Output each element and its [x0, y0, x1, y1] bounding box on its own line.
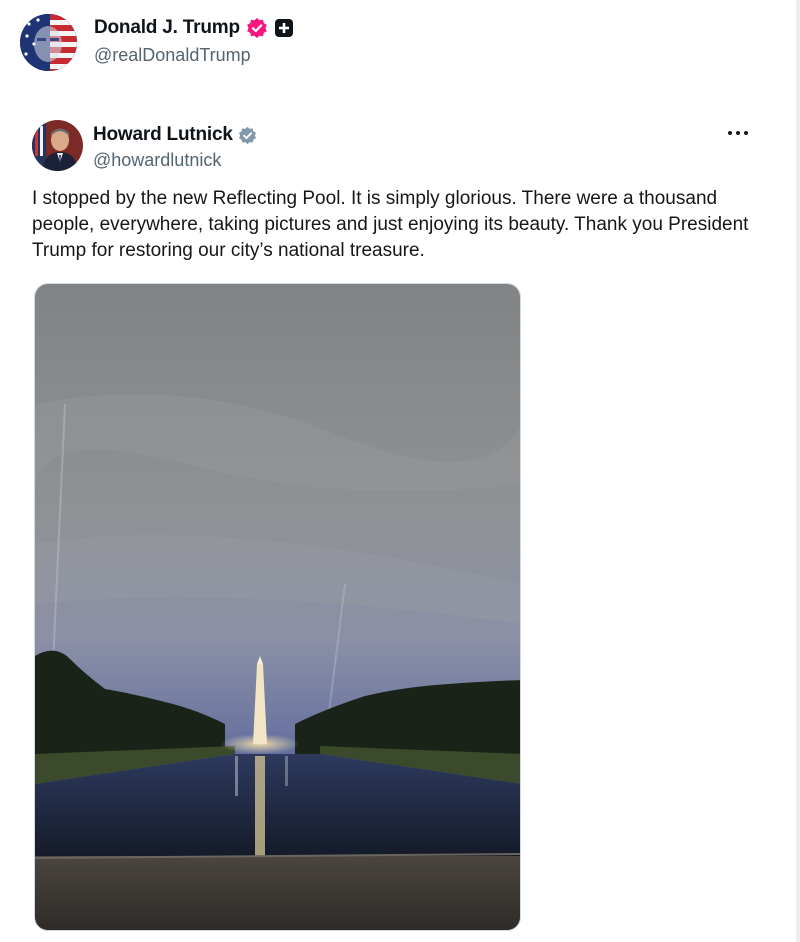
quoted-post-header: Howard Lutnick @howardlutnick	[32, 120, 752, 171]
author-handle[interactable]: @realDonaldTrump	[94, 45, 294, 66]
outer-post-header: Donald J. Trump @realDonaldTrump	[20, 14, 294, 71]
avatar[interactable]	[32, 120, 83, 171]
avatar[interactable]	[20, 14, 77, 71]
author-handle[interactable]: @howardlutnick	[93, 150, 257, 171]
plus-square-icon[interactable]	[274, 18, 294, 38]
more-dot	[728, 131, 732, 135]
verified-badge-icon[interactable]	[238, 126, 257, 145]
author-name[interactable]: Donald J. Trump	[94, 17, 240, 39]
quoted-post[interactable]: Howard Lutnick @howardlutnick I stopped …	[32, 120, 752, 264]
post-text: I stopped by the new Reflecting Pool. It…	[32, 188, 749, 261]
more-dot	[744, 131, 748, 135]
post-photo[interactable]	[34, 283, 521, 931]
page-edge-divider	[796, 0, 800, 942]
more-options-icon[interactable]	[724, 126, 752, 140]
author-name[interactable]: Howard Lutnick	[93, 124, 233, 146]
more-dot	[736, 131, 740, 135]
verified-badge-icon[interactable]	[246, 17, 268, 39]
